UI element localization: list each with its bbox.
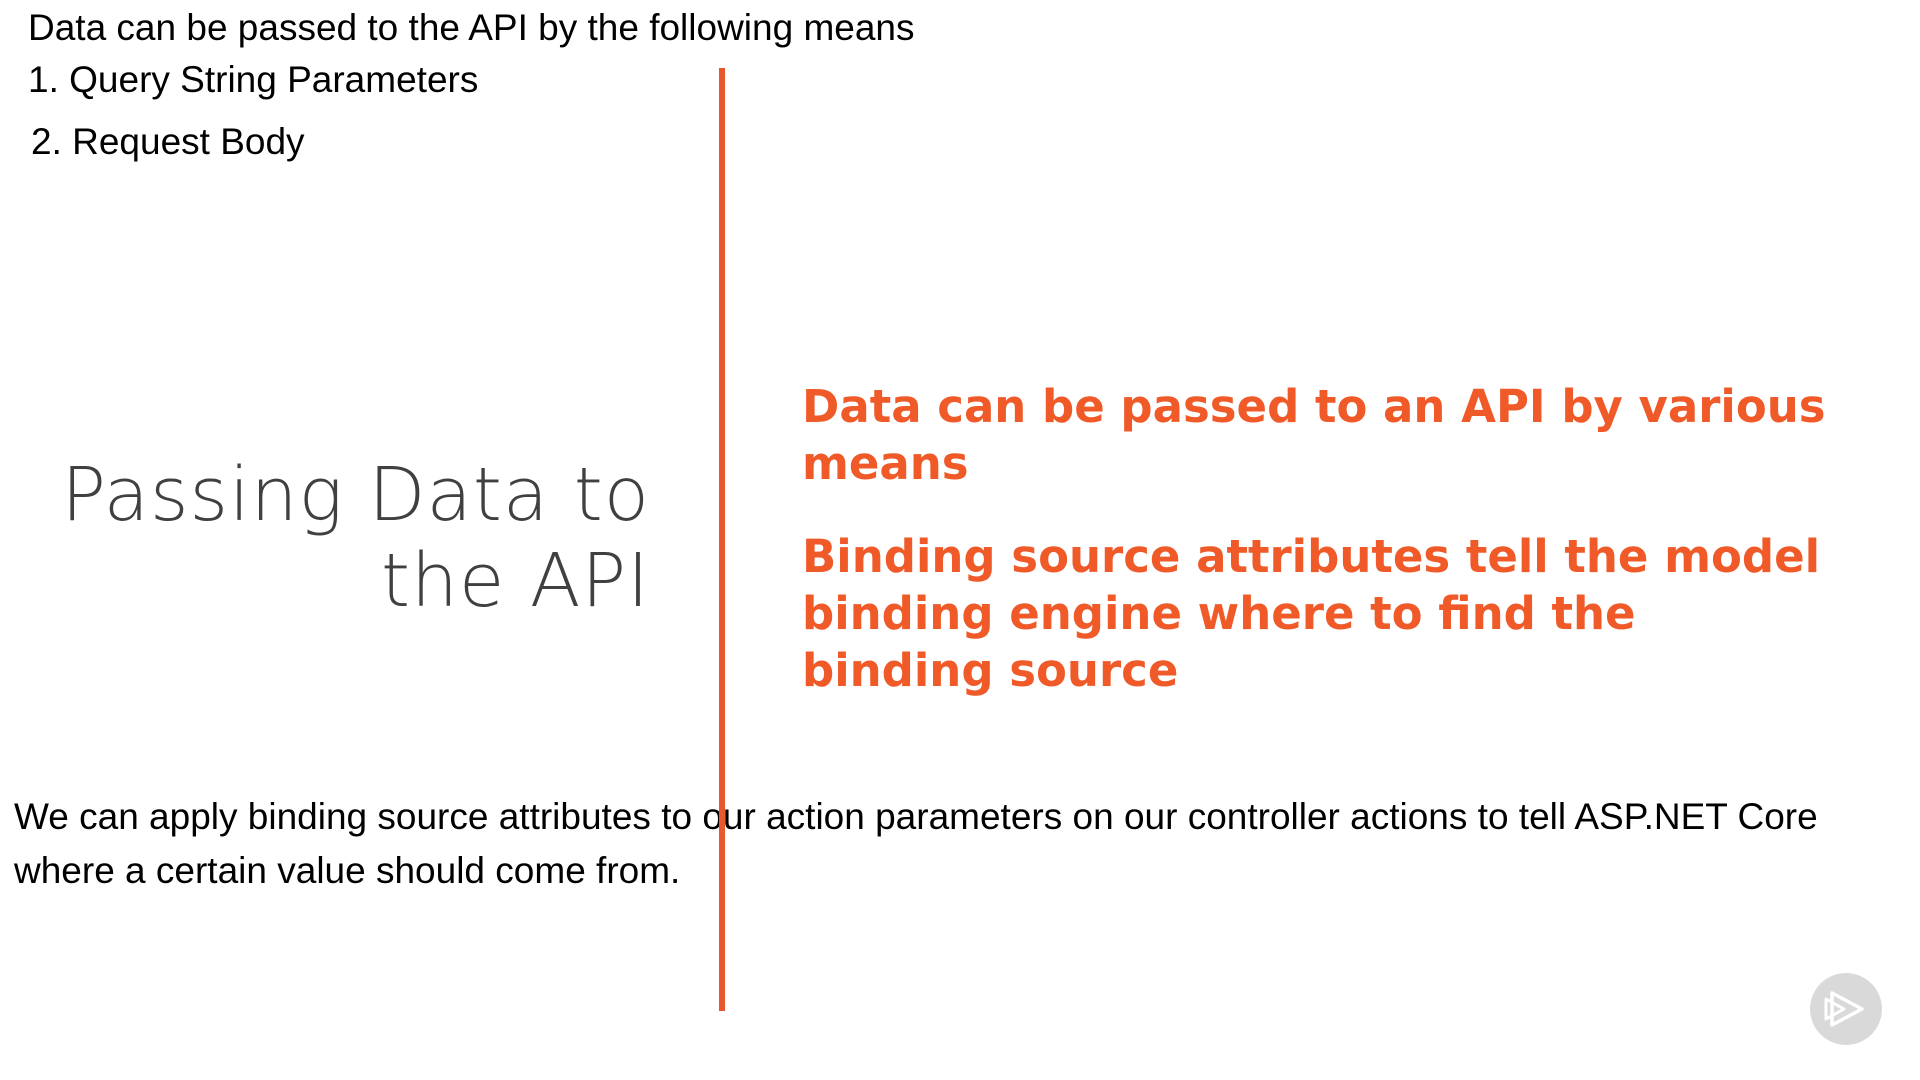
slide-title-line-2: the API bbox=[380, 538, 650, 624]
note-heading: Data can be passed to the API by the fol… bbox=[28, 7, 915, 48]
note-item-query-string: 1. Query String Parameters bbox=[28, 59, 479, 100]
note-item-request-body: 2. Request Body bbox=[31, 121, 305, 162]
play-logo-badge[interactable] bbox=[1810, 973, 1882, 1045]
note-explanation: We can apply binding source attributes t… bbox=[14, 796, 1818, 891]
point-binding-attributes: Binding source attributes tell the model… bbox=[802, 530, 1821, 697]
slide-points: Data can be passed to an API by various … bbox=[802, 378, 1842, 735]
point-passing-data: Data can be passed to an API by various … bbox=[802, 380, 1826, 490]
note-list: 1. Query String Parameters 2. Request Bo… bbox=[28, 56, 478, 166]
vertical-divider bbox=[719, 68, 725, 1011]
play-logo-icon bbox=[1824, 991, 1864, 1027]
slide-canvas: Data can be passed to the API by the fol… bbox=[0, 0, 1920, 1080]
slide-title: Passing Data to the API bbox=[30, 452, 650, 624]
slide-title-line-1: Passing Data to bbox=[61, 452, 650, 538]
